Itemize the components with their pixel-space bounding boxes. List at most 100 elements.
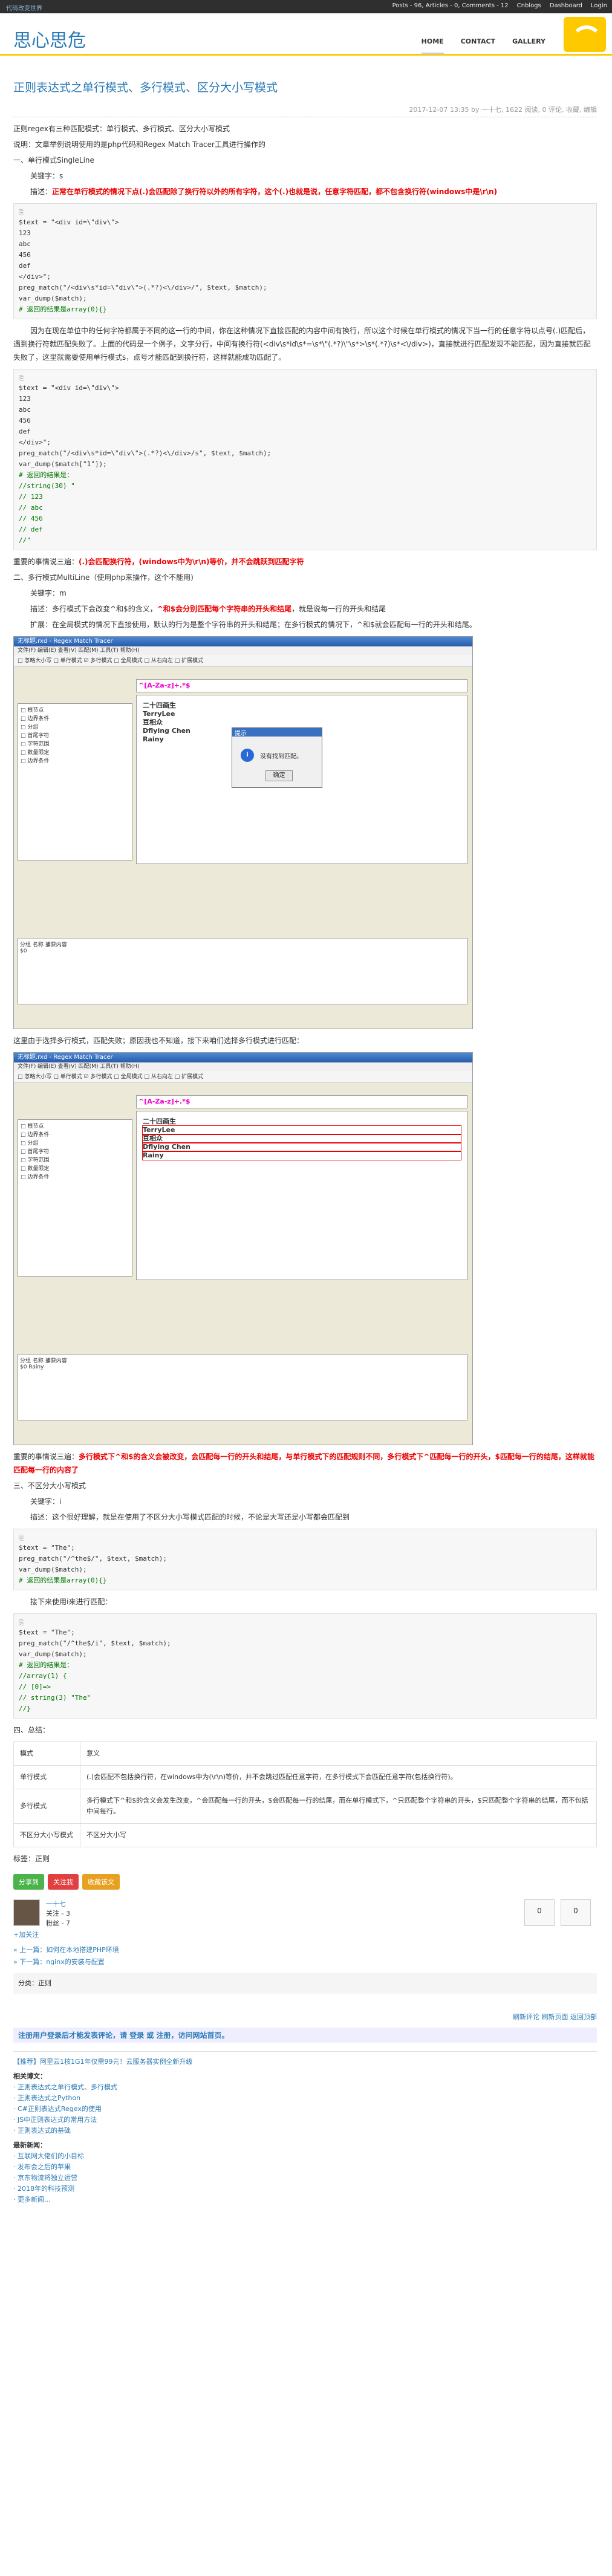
menu-gallery[interactable]: GALLERY — [512, 30, 545, 54]
ad-link[interactable]: 【推荐】阿里云1核1G1年仅需99元！云服务器实例全新升级 — [13, 2057, 597, 2067]
code-line: abc — [19, 406, 31, 414]
tool-text-line: 二十四画生 — [143, 1117, 176, 1125]
tool-menubar: 文件(F) 编辑(E) 查看(V) 匹配(M) 工具(T) 帮助(H) — [14, 646, 472, 655]
list-item[interactable]: · 正则表达式的基础 — [13, 2126, 597, 2136]
vote-up[interactable]: 0 — [524, 1899, 555, 1926]
paragraph-3: 接下来使用i来进行匹配： — [30, 1598, 112, 1606]
code-line: //array(1) { — [19, 1672, 67, 1680]
table-cell: 不区分大小写 — [80, 1823, 597, 1847]
list-item[interactable]: · JS中正则表达式的常用方法 — [13, 2115, 597, 2126]
table-cell: 单行模式 — [13, 1765, 80, 1789]
screenshot-2: 无标题.rxd - Regex Match Tracer 文件(F) 编辑(E)… — [13, 1052, 473, 1445]
author-name[interactable]: 一十七 — [46, 1899, 70, 1909]
tool-text: 二十四画生 TerryLee 豆相众 Dflying Chen Rainy — [136, 1111, 467, 1280]
code-line: //string(30) " — [19, 482, 75, 490]
tree-item[interactable]: □ 边界条件 — [21, 1173, 129, 1182]
menu-contact[interactable]: CONTACT — [461, 30, 495, 54]
tool-menubar: 文件(F) 编辑(E) 查看(V) 匹配(M) 工具(T) 帮助(H) — [14, 1062, 472, 1071]
author-fans[interactable]: 粉丝 - 7 — [46, 1919, 70, 1928]
res-head: 分组 名称 捕获内容 — [20, 1358, 67, 1364]
category-box[interactable]: 分类：正则 — [13, 1973, 597, 1994]
code-copy-icon[interactable]: ⎘ — [19, 207, 591, 217]
tree-item[interactable]: □ 边界条件 — [21, 715, 129, 723]
post-content: 正则表达式之单行模式、多行模式、区分大小写模式 2017-12-07 13:35… — [13, 79, 597, 2205]
tree-item[interactable]: □ 边界条件 — [21, 757, 129, 766]
tree-item[interactable]: □ 分组 — [21, 1139, 129, 1148]
menu-home[interactable]: HOME — [421, 30, 444, 54]
tree-item[interactable]: □ 首尾字符 — [21, 732, 129, 740]
nav-login[interactable]: Login — [591, 2, 607, 9]
tool-text-line: Rainy — [142, 1151, 461, 1160]
list-item[interactable]: · 发布会之后的苹果 — [13, 2162, 597, 2173]
nav-dashboard[interactable]: Dashboard — [550, 2, 582, 9]
prev-post-link[interactable]: « 上一篇：如何在本地搭建PHP环境 — [13, 1944, 597, 1956]
code-line: preg_match("/<div\s*id=\"div\">(.*?)<\/d… — [19, 449, 272, 457]
code-line: //} — [19, 1705, 31, 1712]
rss-logo-icon[interactable] — [564, 17, 606, 52]
code-copy-icon[interactable]: ⎘ — [19, 1618, 591, 1627]
post-tags[interactable]: 标签：正则 — [13, 1852, 597, 1865]
tree-item[interactable]: □ 边界条件 — [21, 1131, 129, 1139]
list-item[interactable]: · 正则表达式之Python — [13, 2093, 597, 2104]
code-line: 123 — [19, 229, 31, 237]
list-item[interactable]: · 更多新闻... — [13, 2194, 597, 2205]
tree-item[interactable]: □ 首尾字符 — [21, 1148, 129, 1156]
code-line: // [0]=> — [19, 1683, 51, 1691]
desc-red: ^和$会分别匹配每个字符串的开头和结尾 — [157, 605, 292, 613]
tool-regex: ^[A-Za-z]+.*$ — [136, 1095, 467, 1108]
share-button[interactable]: 分享到 — [13, 1874, 44, 1890]
code-line: # 返回的结果是： — [19, 1661, 74, 1669]
code-line: # 返回的结果是： — [19, 471, 74, 479]
follow-link[interactable]: +加关注 — [13, 1930, 39, 1939]
post-title[interactable]: 正则表达式之单行模式、多行模式、区分大小写模式 — [13, 79, 597, 95]
code-line: $text = "The"; — [19, 1544, 75, 1552]
dialog-ok-button[interactable]: 确定 — [265, 770, 293, 781]
tree-item[interactable]: □ 根节点 — [21, 1122, 129, 1131]
summary-table: 模式 意义 单行模式 (.)会匹配不包括换行符，在windows中为(\r\n)等价，… — [13, 1742, 597, 1847]
brand-text: 代码改变世界 — [6, 5, 42, 12]
vote-down[interactable]: 0 — [561, 1899, 591, 1926]
comment-links[interactable]: 刷新评论 刷新页面 返回顶部 — [13, 2012, 597, 2021]
section-1-keyword: 关键字：s — [30, 172, 63, 180]
nav-cnblogs[interactable]: Cnblogs — [517, 2, 541, 9]
tree-item[interactable]: □ 字符范围 — [21, 740, 129, 749]
code-line: preg_match("/<div\s*id=\"div\">(.*?)<\/d… — [19, 284, 267, 291]
tool-results: 分组 名称 捕获内容 $0 Rainy — [18, 1354, 467, 1420]
share-button[interactable]: 关注我 — [48, 1874, 79, 1890]
tree-item[interactable]: □ 分组 — [21, 723, 129, 732]
site-name[interactable]: 思心思危 — [13, 25, 86, 52]
code-line: var_dump($match["1"]); — [19, 460, 107, 468]
tool-text-line: 二十四画生 — [143, 701, 176, 709]
author-box: 一十七 关注 - 3 粉丝 - 7 +加关注 0 0 — [13, 1899, 597, 1939]
avatar[interactable] — [13, 1899, 40, 1926]
section-2-desc: 描述：多行模式下会改变^和$的含义，^和$会分别匹配每个字符串的开头和结尾，就是… — [13, 602, 597, 616]
list-item[interactable]: · 正则表达式之单行模式、多行模式 — [13, 2082, 597, 2093]
code-line: // string(3) "The" — [19, 1694, 91, 1702]
tree-item[interactable]: □ 数量限定 — [21, 1165, 129, 1173]
code-block-4: ⎘ $text = "The"; preg_match("/^the$/i", $t… — [13, 1613, 597, 1719]
list-item[interactable]: · 2018年的科技预测 — [13, 2184, 597, 2194]
main-menu: HOME CONTACT GALLERY — [421, 30, 545, 54]
section-3-keyword: 关键字：i — [30, 1497, 62, 1506]
next-post-link[interactable]: » 下一篇：nginx的安装与配置 — [13, 1956, 597, 1968]
table-row: 模式 意义 — [13, 1742, 597, 1766]
list-item[interactable]: · C#正则表达式Regex的使用 — [13, 2104, 597, 2115]
list-item[interactable]: · 京东物流将独立运营 — [13, 2173, 597, 2184]
tool-text-line: Dflying Chen — [142, 1142, 461, 1152]
tool-text-line: 豆相众 — [143, 718, 163, 726]
code-copy-icon[interactable]: ⎘ — [19, 373, 591, 383]
tree-item[interactable]: □ 字符范围 — [21, 1156, 129, 1165]
post-nav: « 上一篇：如何在本地搭建PHP环境 » 下一篇：nginx的安装与配置 — [13, 1944, 597, 1968]
code-line: def — [19, 262, 31, 270]
share-button[interactable]: 收藏该文 — [82, 1874, 120, 1890]
table-cell: 模式 — [13, 1742, 80, 1766]
author-follow[interactable]: 关注 - 3 — [46, 1909, 70, 1919]
tree-item[interactable]: □ 根节点 — [21, 706, 129, 715]
intro-2: 说明：文章举例说明使用的是php代码和Regex Match Tracer工具进… — [13, 140, 265, 149]
code-line: var_dump($match); — [19, 294, 87, 302]
tool-results: 分组 名称 捕获内容 $0 — [18, 938, 467, 1004]
list-item[interactable]: · 互联网大佬们的小目标 — [13, 2151, 597, 2162]
code-block-1: ⎘ $text = "<div id=\"div\"> 123 abc 456 d… — [13, 203, 597, 319]
code-copy-icon[interactable]: ⎘ — [19, 1533, 591, 1543]
tree-item[interactable]: □ 数量限定 — [21, 749, 129, 757]
